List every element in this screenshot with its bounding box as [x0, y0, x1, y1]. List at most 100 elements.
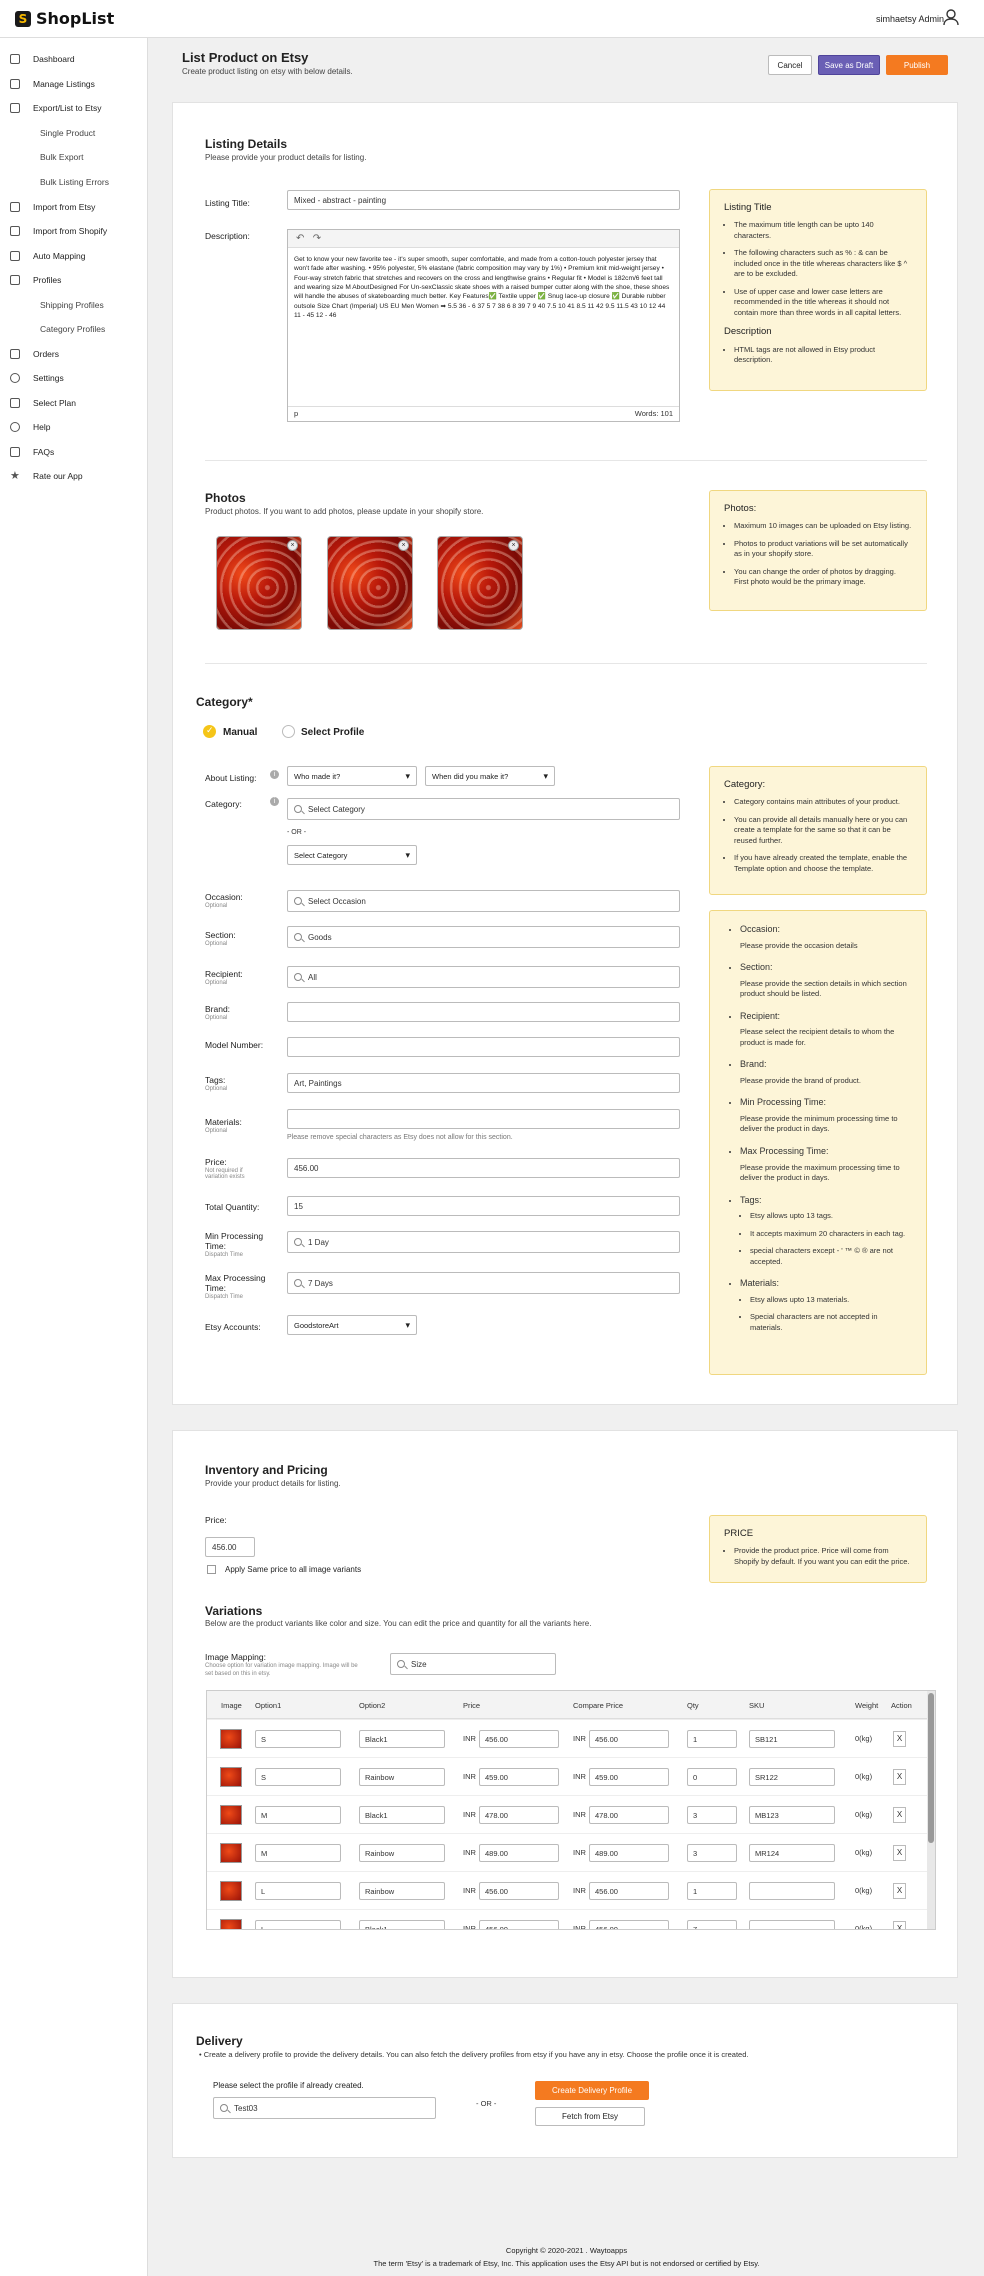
- compare-price-input[interactable]: 459.00: [589, 1768, 669, 1786]
- sidebar-item-rate-our-app[interactable]: ★ Rate our App: [0, 467, 148, 485]
- info-icon[interactable]: i: [270, 797, 279, 806]
- option2-input[interactable]: Black1: [359, 1920, 445, 1929]
- select-profile-radio-icon[interactable]: [282, 725, 295, 738]
- scrollbar-thumb[interactable]: [928, 1693, 934, 1843]
- etsy-account-select[interactable]: GoodstoreArt: [287, 1315, 417, 1335]
- table-scrollbar[interactable]: [927, 1691, 935, 1929]
- materials-input[interactable]: [287, 1109, 680, 1129]
- option2-input[interactable]: Black1: [359, 1806, 445, 1824]
- delete-variant-button[interactable]: X: [893, 1769, 906, 1785]
- price-input[interactable]: 456.00: [479, 1882, 559, 1900]
- listing-title-input[interactable]: Mixed - abstract - painting: [287, 190, 680, 210]
- sku-input[interactable]: SB121: [749, 1730, 835, 1748]
- sidebar-item-orders[interactable]: Orders: [0, 345, 148, 363]
- option2-input[interactable]: Rainbow: [359, 1844, 445, 1862]
- redo-icon[interactable]: ↷: [313, 233, 321, 244]
- brand-input[interactable]: [287, 1002, 680, 1022]
- sidebar-item-auto-mapping[interactable]: Auto Mapping: [0, 247, 148, 265]
- category-select[interactable]: Select Category: [287, 845, 417, 865]
- price-input[interactable]: 459.00: [479, 1768, 559, 1786]
- delete-variant-button[interactable]: X: [893, 1883, 906, 1899]
- info-icon[interactable]: i: [270, 770, 279, 779]
- app-name[interactable]: ShopList: [36, 9, 114, 28]
- compare-price-input[interactable]: 456.00: [589, 1730, 669, 1748]
- quantity-input[interactable]: 0: [687, 1768, 737, 1786]
- sidebar-item-category-profiles[interactable]: Category Profiles: [0, 320, 148, 338]
- product-photo-3[interactable]: ×: [437, 536, 523, 630]
- sku-input[interactable]: MB123: [749, 1806, 835, 1824]
- description-editor[interactable]: ↶ ↷ Get to know your new favorite tee - …: [287, 229, 680, 422]
- create-delivery-profile-button[interactable]: Create Delivery Profile: [535, 2081, 649, 2100]
- quantity-input[interactable]: 1: [687, 1882, 737, 1900]
- sidebar-item-bulk-listing-errors[interactable]: Bulk Listing Errors: [0, 173, 148, 191]
- quantity-input[interactable]: 3: [687, 1844, 737, 1862]
- option1-input[interactable]: M: [255, 1844, 341, 1862]
- category-search-input[interactable]: Select Category: [287, 798, 680, 820]
- delete-variant-button[interactable]: X: [893, 1845, 906, 1861]
- shoplist-logo-icon[interactable]: S: [15, 11, 31, 27]
- quantity-input[interactable]: 1: [687, 1730, 737, 1748]
- sidebar-item-help[interactable]: Help: [0, 418, 148, 436]
- sidebar-item-faqs[interactable]: FAQs: [0, 443, 148, 461]
- sidebar-item-settings[interactable]: Settings: [0, 369, 148, 387]
- undo-icon[interactable]: ↶: [296, 233, 304, 244]
- price-input[interactable]: 456.00: [287, 1158, 680, 1178]
- delivery-profile-input[interactable]: Test03: [213, 2097, 436, 2119]
- sku-input[interactable]: MR124: [749, 1844, 835, 1862]
- price-input[interactable]: 489.00: [479, 1844, 559, 1862]
- option1-input[interactable]: L: [255, 1920, 341, 1929]
- model-number-input[interactable]: [287, 1037, 680, 1057]
- remove-photo-icon[interactable]: ×: [287, 540, 298, 551]
- option1-input[interactable]: S: [255, 1730, 341, 1748]
- sku-input[interactable]: SR122: [749, 1768, 835, 1786]
- image-mapping-input[interactable]: Size: [390, 1653, 556, 1675]
- save-draft-button[interactable]: Save as Draft: [818, 55, 880, 75]
- max-processing-input[interactable]: 7 Days: [287, 1272, 680, 1294]
- sidebar-item-dashboard[interactable]: Dashboard: [0, 50, 148, 68]
- sidebar-item-import-from-etsy[interactable]: Import from Etsy: [0, 198, 148, 216]
- option2-input[interactable]: Rainbow: [359, 1882, 445, 1900]
- when-made-select[interactable]: When did you make it?: [425, 766, 555, 786]
- sidebar-item-bulk-export[interactable]: Bulk Export: [0, 148, 148, 166]
- publish-button[interactable]: Publish: [886, 55, 948, 75]
- remove-photo-icon[interactable]: ×: [508, 540, 519, 551]
- sidebar-item-single-product[interactable]: Single Product: [0, 124, 148, 142]
- description-text[interactable]: Get to know your new favorite tee - it's…: [288, 248, 679, 328]
- price-input[interactable]: 456.00: [479, 1920, 559, 1929]
- quantity-input[interactable]: 3: [687, 1806, 737, 1824]
- sku-input[interactable]: [749, 1920, 835, 1929]
- tags-input[interactable]: Art, Paintings: [287, 1073, 680, 1093]
- sidebar-item-profiles[interactable]: Profiles: [0, 271, 148, 289]
- occasion-search-input[interactable]: Select Occasion: [287, 890, 680, 912]
- compare-price-input[interactable]: 478.00: [589, 1806, 669, 1824]
- option1-input[interactable]: L: [255, 1882, 341, 1900]
- compare-price-input[interactable]: 456.00: [589, 1920, 669, 1929]
- section-search-input[interactable]: Goods: [287, 926, 680, 948]
- sidebar-item-shipping-profiles[interactable]: Shipping Profiles: [0, 296, 148, 314]
- quantity-input[interactable]: 7: [687, 1920, 737, 1929]
- sku-input[interactable]: [749, 1882, 835, 1900]
- delete-variant-button[interactable]: X: [893, 1921, 906, 1929]
- sidebar-item-import-from-shopify[interactable]: Import from Shopify: [0, 222, 148, 240]
- price-input[interactable]: 478.00: [479, 1806, 559, 1824]
- who-made-select[interactable]: Who made it?: [287, 766, 417, 786]
- cancel-button[interactable]: Cancel: [768, 55, 812, 75]
- option2-input[interactable]: Black1: [359, 1730, 445, 1748]
- total-quantity-input[interactable]: 15: [287, 1196, 680, 1216]
- product-photo-2[interactable]: ×: [327, 536, 413, 630]
- manual-radio-label[interactable]: Manual: [223, 727, 257, 738]
- min-processing-input[interactable]: 1 Day: [287, 1231, 680, 1253]
- sidebar-item-export-list-to-etsy[interactable]: Export/List to Etsy: [0, 99, 148, 117]
- sidebar-item-manage-listings[interactable]: Manage Listings: [0, 75, 148, 93]
- apply-same-price-checkbox[interactable]: [207, 1565, 216, 1574]
- compare-price-input[interactable]: 456.00: [589, 1882, 669, 1900]
- inventory-price-input[interactable]: 456.00: [205, 1537, 255, 1557]
- option1-input[interactable]: M: [255, 1806, 341, 1824]
- fetch-from-etsy-button[interactable]: Fetch from Etsy: [535, 2107, 645, 2126]
- compare-price-input[interactable]: 489.00: [589, 1844, 669, 1862]
- recipient-search-input[interactable]: All: [287, 966, 680, 988]
- user-icon[interactable]: [942, 8, 960, 26]
- sidebar-item-select-plan[interactable]: Select Plan: [0, 394, 148, 412]
- select-profile-radio-label[interactable]: Select Profile: [301, 727, 364, 738]
- delete-variant-button[interactable]: X: [893, 1731, 906, 1747]
